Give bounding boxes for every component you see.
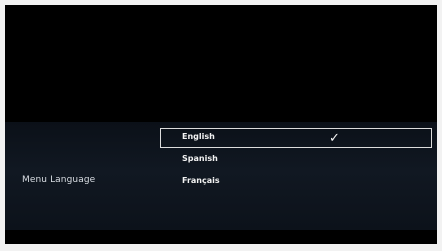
language-option-spanish[interactable]: Spanish (160, 150, 432, 170)
check-icon: ✓ (329, 131, 340, 146)
language-options-list: English ✓ Spanish Français (160, 128, 432, 194)
language-option-label: Spanish (182, 154, 218, 163)
tv-screen: Menu Language English ✓ Spanish Français (5, 5, 437, 244)
language-option-english[interactable]: English ✓ (160, 128, 432, 148)
language-option-label: English (182, 132, 215, 141)
menu-language-label: Menu Language (22, 175, 96, 185)
language-option-francais[interactable]: Français (160, 172, 432, 192)
language-option-label: Français (182, 176, 220, 185)
